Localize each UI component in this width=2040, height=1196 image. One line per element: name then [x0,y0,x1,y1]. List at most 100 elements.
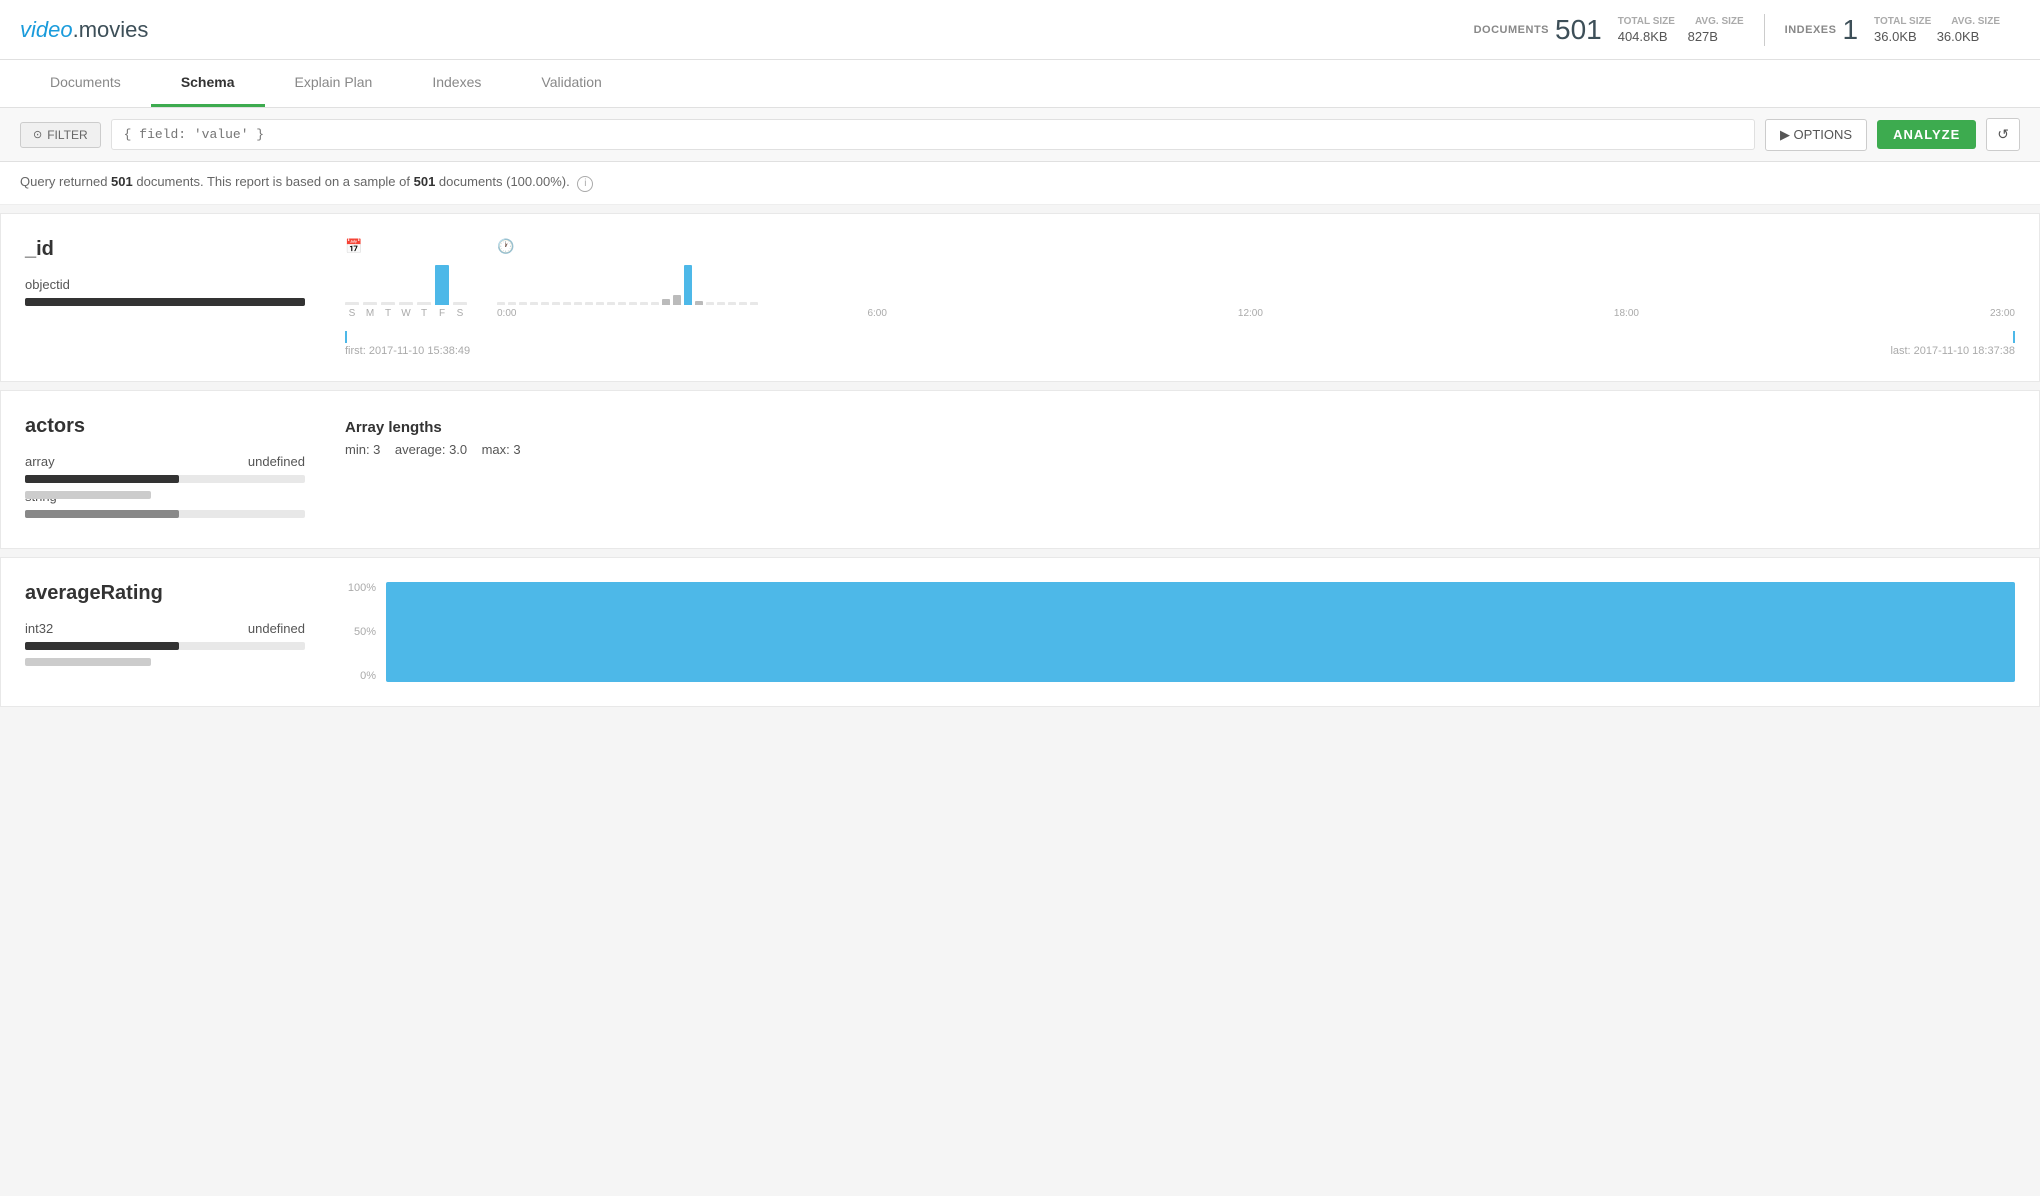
field-average-rating-int32-fill [25,642,179,650]
field-actors-type-row: array undefined [25,454,305,469]
array-lengths-title: Array lengths [345,419,2015,436]
avg-size-value: 827B [1688,29,1718,44]
array-avg: 3.0 [449,442,467,457]
clock-icon: 🕐 [497,238,514,255]
logo: video.movies [20,17,148,43]
rating-bar-fill [386,582,2015,682]
indexes-stat: INDEXES 1 TOTAL SIZE AVG. SIZE 36.0KB 36… [1764,14,2020,46]
field-actors-inner: actors array undefined string Ar [1,391,2039,548]
total-size-value: 404.8KB [1618,29,1668,44]
array-min: 3 [373,442,380,457]
rating-y-axis: 100% 50% 0% [345,582,380,682]
last-date: last: 2017-11-10 18:37:38 [1890,331,2015,357]
indexes-avg-size-value: 36.0KB [1937,29,1980,44]
field-actors-array-fill [25,475,179,483]
indexes-sub: TOTAL SIZE AVG. SIZE 36.0KB 36.0KB [1874,16,2000,44]
filter-bar: ⊙ FILTER ▶ OPTIONS ANALYZE ↺ [0,108,2040,162]
field-average-rating-right: 100% 50% 0% [345,582,2015,682]
field-id-right: 📅 S M [345,238,2015,357]
tod-labels: 0:00 6:00 12:00 18:00 23:00 [497,308,2015,319]
field-average-rating-left: averageRating int32 undefined [25,582,305,682]
documents-label: DOCUMENTS [1474,24,1549,36]
tod-chart-container: 🕐 [497,238,2015,319]
field-actors-right: Array lengths min: 3 average: 3.0 max: 3 [345,415,2015,524]
tab-indexes[interactable]: Indexes [402,60,511,107]
documents-stat: DOCUMENTS 501 TOTAL SIZE AVG. SIZE 404.8… [1454,14,1764,46]
tab-schema[interactable]: Schema [151,60,265,107]
first-date: first: 2017-11-10 15:38:49 [345,331,470,357]
status-count2: 501 [414,174,436,189]
field-average-rating-inner: averageRating int32 undefined 100% 50% 0… [1,558,2039,706]
status-bar: Query returned 501 documents. This repor… [0,162,2040,205]
dow-thu [417,302,431,305]
dow-tue [381,302,395,305]
field-id: _id objectid 📅 [0,213,2040,382]
field-id-bar-track [25,298,305,306]
rating-chart: 100% 50% 0% [345,582,2015,682]
field-actors-undefined-fill [25,491,151,499]
tab-explain-plan[interactable]: Explain Plan [265,60,403,107]
info-icon[interactable]: i [577,176,593,192]
content: _id objectid 📅 [0,213,2040,707]
filter-label: FILTER [47,128,87,142]
date-range: first: 2017-11-10 15:38:49 last: 2017-11… [345,331,2015,357]
indexes-total-size-label: TOTAL SIZE [1874,16,1931,27]
indexes-total-size-value: 36.0KB [1874,29,1917,44]
array-lengths-values: min: 3 average: 3.0 max: 3 [345,442,2015,457]
dow-wed [399,302,413,305]
header-stats: DOCUMENTS 501 TOTAL SIZE AVG. SIZE 404.8… [1454,14,2020,46]
logo-video: video [20,17,73,42]
options-button[interactable]: ▶ OPTIONS [1765,119,1867,151]
filter-input[interactable] [111,119,1755,150]
field-id-left: _id objectid [25,238,305,357]
array-max: 3 [513,442,520,457]
avg-size-label: AVG. SIZE [1695,16,1744,27]
indexes-value: 1 [1842,14,1858,46]
indexes-avg-size-label: AVG. SIZE [1951,16,2000,27]
rating-y-100: 100% [348,582,376,594]
status-count1: 501 [111,174,133,189]
field-average-rating-int32-label: int32 [25,621,53,636]
field-average-rating-bar-track [25,642,305,650]
field-id-type-label: objectid [25,277,70,292]
tab-validation[interactable]: Validation [511,60,631,107]
field-average-rating-name: averageRating [25,582,305,605]
first-date-label: first: 2017-11-10 15:38:49 [345,345,470,357]
dow-mon [363,302,377,305]
logo-movies: movies [79,17,149,42]
field-actors-undefined-label: undefined [248,454,305,469]
documents-value: 501 [1555,14,1602,46]
rating-y-0: 0% [360,670,376,682]
total-size-label: TOTAL SIZE [1618,16,1675,27]
indexes-label: INDEXES [1785,24,1837,36]
field-id-bar-fill [25,298,305,306]
field-actors-string-fill [25,510,179,518]
field-id-type-row: objectid [25,277,305,292]
dow-bars [345,261,467,305]
field-actors-array-label: array [25,454,55,469]
rating-y-50: 50% [354,626,376,638]
field-average-rating-undefined-fill [25,658,151,666]
field-actors-name: actors [25,415,305,438]
status-prefix: Query returned [20,174,111,189]
documents-sub: TOTAL SIZE AVG. SIZE 404.8KB 827B [1618,16,1744,44]
tod-bars [497,261,2015,305]
dow-fri [435,265,449,305]
dow-sun [345,302,359,305]
field-actors-left: actors array undefined string [25,415,305,524]
analyze-button[interactable]: ANALYZE [1877,120,1976,149]
dow-sat [453,302,467,305]
field-average-rating: averageRating int32 undefined 100% 50% 0… [0,557,2040,707]
array-lengths: Array lengths min: 3 average: 3.0 max: 3 [345,419,2015,457]
filter-button[interactable]: ⊙ FILTER [20,122,101,148]
tabs: Documents Schema Explain Plan Indexes Va… [0,60,2040,108]
field-average-rating-type-row: int32 undefined [25,621,305,636]
field-actors-bar-track-1 [25,475,305,483]
status-middle: documents. This report is based on a sam… [133,174,414,189]
filter-icon: ⊙ [33,128,42,141]
refresh-button[interactable]: ↺ [1986,118,2020,151]
tab-documents[interactable]: Documents [20,60,151,107]
field-average-rating-undefined-label: undefined [248,621,305,636]
header: video.movies DOCUMENTS 501 TOTAL SIZE AV… [0,0,2040,60]
field-actors-bar-track-2 [25,510,305,518]
